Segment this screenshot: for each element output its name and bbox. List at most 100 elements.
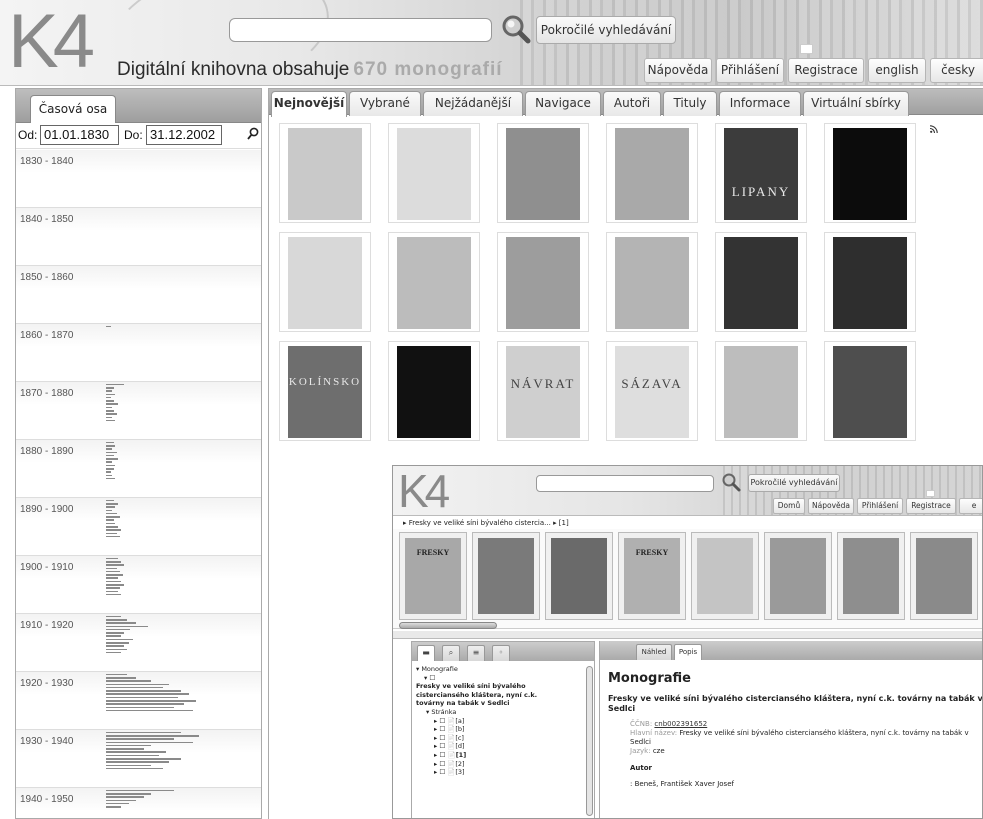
from-date-input[interactable]: 01.01.1830 xyxy=(40,125,119,145)
tab-authors[interactable]: Autoři xyxy=(603,91,661,116)
tab-preview[interactable]: Náhled xyxy=(636,644,672,660)
tree-page-2[interactable]: ▸ ☐ 📄[2] xyxy=(416,760,594,769)
cover-thumbnail[interactable] xyxy=(715,341,807,441)
cover-image xyxy=(615,237,689,329)
structure-panel: ▬ ⌕ ≡ ◦ ▾ Monografie ▾ ☐ Fresky ve velik… xyxy=(411,641,595,818)
cover-thumbnail[interactable]: LIPANY xyxy=(715,123,807,223)
decade-row[interactable]: 1860 - 1870 xyxy=(16,324,261,382)
tree-page-d[interactable]: ▸ ☐ 📄[d] xyxy=(416,742,594,751)
page-thumbnail[interactable]: FRESKY xyxy=(399,532,467,620)
cover-thumbnail[interactable]: NÁVRAT xyxy=(497,341,589,441)
decade-row[interactable]: 1830 - 1840 xyxy=(16,150,261,208)
inset-nav-home[interactable]: Domů xyxy=(773,498,805,514)
page-thumbnail[interactable] xyxy=(764,532,832,620)
decade-row[interactable]: 1940 - 1950 xyxy=(16,788,261,818)
page-thumbnail[interactable] xyxy=(472,532,540,620)
cover-thumbnail[interactable] xyxy=(388,123,480,223)
ccnb-link[interactable]: cnb002391652 xyxy=(654,720,707,728)
decade-row[interactable]: 1930 - 1940 xyxy=(16,730,261,788)
nav-english[interactable]: english xyxy=(868,58,926,83)
tree-title[interactable]: Fresky ve veliké síni bývalého cistercia… xyxy=(416,682,566,708)
timeline-panel: Časová osa Od: 01.01.1830 Do: 31.12.2002… xyxy=(15,88,262,819)
tree-page-c[interactable]: ▸ ☐ 📄[c] xyxy=(416,734,594,743)
tree-page-3[interactable]: ▸ ☐ 📄[3] xyxy=(416,768,594,777)
tree-page-1[interactable]: ▸ ☐ 📄[1] xyxy=(416,751,594,760)
histogram-bar xyxy=(106,454,114,457)
tree-root[interactable]: ▾ Monografie xyxy=(416,665,594,674)
rss-icon[interactable] xyxy=(929,118,938,134)
cover-thumbnail[interactable] xyxy=(824,123,916,223)
page-thumbnail[interactable] xyxy=(910,532,978,620)
search-tab-icon[interactable]: ⌕ xyxy=(442,645,460,661)
search-input[interactable] xyxy=(229,18,492,42)
cover-thumbnail[interactable] xyxy=(715,232,807,332)
inset-nav-help[interactable]: Nápověda xyxy=(808,498,854,514)
cover-image xyxy=(833,128,907,220)
cover-thumbnail[interactable] xyxy=(497,232,589,332)
tree-pages-label[interactable]: ▾ Stránka xyxy=(416,708,594,717)
tab-description[interactable]: Popis xyxy=(674,644,702,660)
detail-heading: Monografie xyxy=(608,671,691,686)
cover-thumbnail[interactable] xyxy=(279,123,371,223)
tree-page-a[interactable]: ▸ ☐ 📄[a] xyxy=(416,717,594,726)
nav-register[interactable]: Registrace xyxy=(788,58,864,83)
nav-login[interactable]: Přihlášení xyxy=(716,58,784,83)
decade-row[interactable]: 1890 - 1900 xyxy=(16,498,261,556)
page-strip-scrollbar[interactable] xyxy=(399,622,497,629)
cover-thumbnail[interactable] xyxy=(388,341,480,441)
tree-node-checkbox[interactable]: ▾ ☐ xyxy=(416,674,594,683)
nav-czech[interactable]: česky xyxy=(930,58,983,83)
inset-nav-english[interactable]: e xyxy=(959,498,982,514)
cover-thumbnail[interactable]: KOLÍNSKO xyxy=(279,341,371,441)
inset-nav-register[interactable]: Registrace xyxy=(906,498,956,514)
tab-information[interactable]: Informace xyxy=(719,91,801,116)
histogram-bar xyxy=(106,792,151,795)
page-image xyxy=(551,538,607,614)
logo[interactable]: K4 xyxy=(8,4,95,80)
tree-scrollbar[interactable] xyxy=(586,666,593,816)
tab-newest[interactable]: Nejnovější xyxy=(271,91,347,117)
tab-most-requested[interactable]: Nejžádanější xyxy=(423,91,523,116)
nav-help[interactable]: Nápověda xyxy=(644,58,712,83)
cover-thumbnail[interactable] xyxy=(606,123,698,223)
decade-row[interactable]: 1920 - 1930 xyxy=(16,672,261,730)
tab-selected[interactable]: Vybrané xyxy=(349,91,421,116)
decade-row[interactable]: 1870 - 1880 xyxy=(16,382,261,440)
folder-tab-icon[interactable]: ▬ xyxy=(417,645,435,661)
panel-divider[interactable] xyxy=(393,631,982,639)
tab-titles[interactable]: Tituly xyxy=(663,91,717,116)
inset-nav-login[interactable]: Přihlášení xyxy=(857,498,903,514)
page-thumbnail[interactable] xyxy=(545,532,613,620)
cover-thumbnail[interactable] xyxy=(388,232,480,332)
cover-thumbnail[interactable] xyxy=(824,341,916,441)
inset-search-button[interactable] xyxy=(721,472,741,492)
page-thumbnail[interactable]: FRESKY xyxy=(618,532,686,620)
page-thumbnail[interactable] xyxy=(691,532,759,620)
cover-thumbnail[interactable] xyxy=(497,123,589,223)
advanced-search-button[interactable]: Pokročilé vyhledávání xyxy=(536,16,676,44)
decade-row[interactable]: 1850 - 1860 xyxy=(16,266,261,324)
cover-thumbnail[interactable] xyxy=(279,232,371,332)
inset-advanced-search-button[interactable]: Pokročilé vyhledávání xyxy=(748,474,840,492)
page-thumbnail[interactable] xyxy=(837,532,905,620)
cover-thumbnail[interactable]: SÁZAVA xyxy=(606,341,698,441)
to-date-input[interactable]: 31.12.2002 xyxy=(146,125,222,145)
author-heading: Autor xyxy=(630,764,653,772)
inset-logo[interactable]: K4 xyxy=(398,468,450,514)
breadcrumb[interactable]: ▸ Fresky ve veliké síni bývalého cisterc… xyxy=(393,517,982,529)
tree-page-b[interactable]: ▸ ☐ 📄[b] xyxy=(416,725,594,734)
pin-tab-icon[interactable]: ◦ xyxy=(492,645,510,661)
decade-row[interactable]: 1910 - 1920 xyxy=(16,614,261,672)
decade-row[interactable]: 1840 - 1850 xyxy=(16,208,261,266)
tab-virtual-collections[interactable]: Virtuální sbírky xyxy=(803,91,909,116)
timeline-search-icon[interactable] xyxy=(247,127,259,141)
inset-search-input[interactable] xyxy=(536,475,714,492)
decade-row[interactable]: 1880 - 1890 xyxy=(16,440,261,498)
cover-thumbnail[interactable] xyxy=(824,232,916,332)
cover-thumbnail[interactable] xyxy=(606,232,698,332)
tab-navigation[interactable]: Navigace xyxy=(525,91,601,116)
list-tab-icon[interactable]: ≡ xyxy=(467,645,485,661)
search-button[interactable] xyxy=(500,13,532,45)
tab-timeline[interactable]: Časová osa xyxy=(30,95,116,123)
decade-row[interactable]: 1900 - 1910 xyxy=(16,556,261,614)
